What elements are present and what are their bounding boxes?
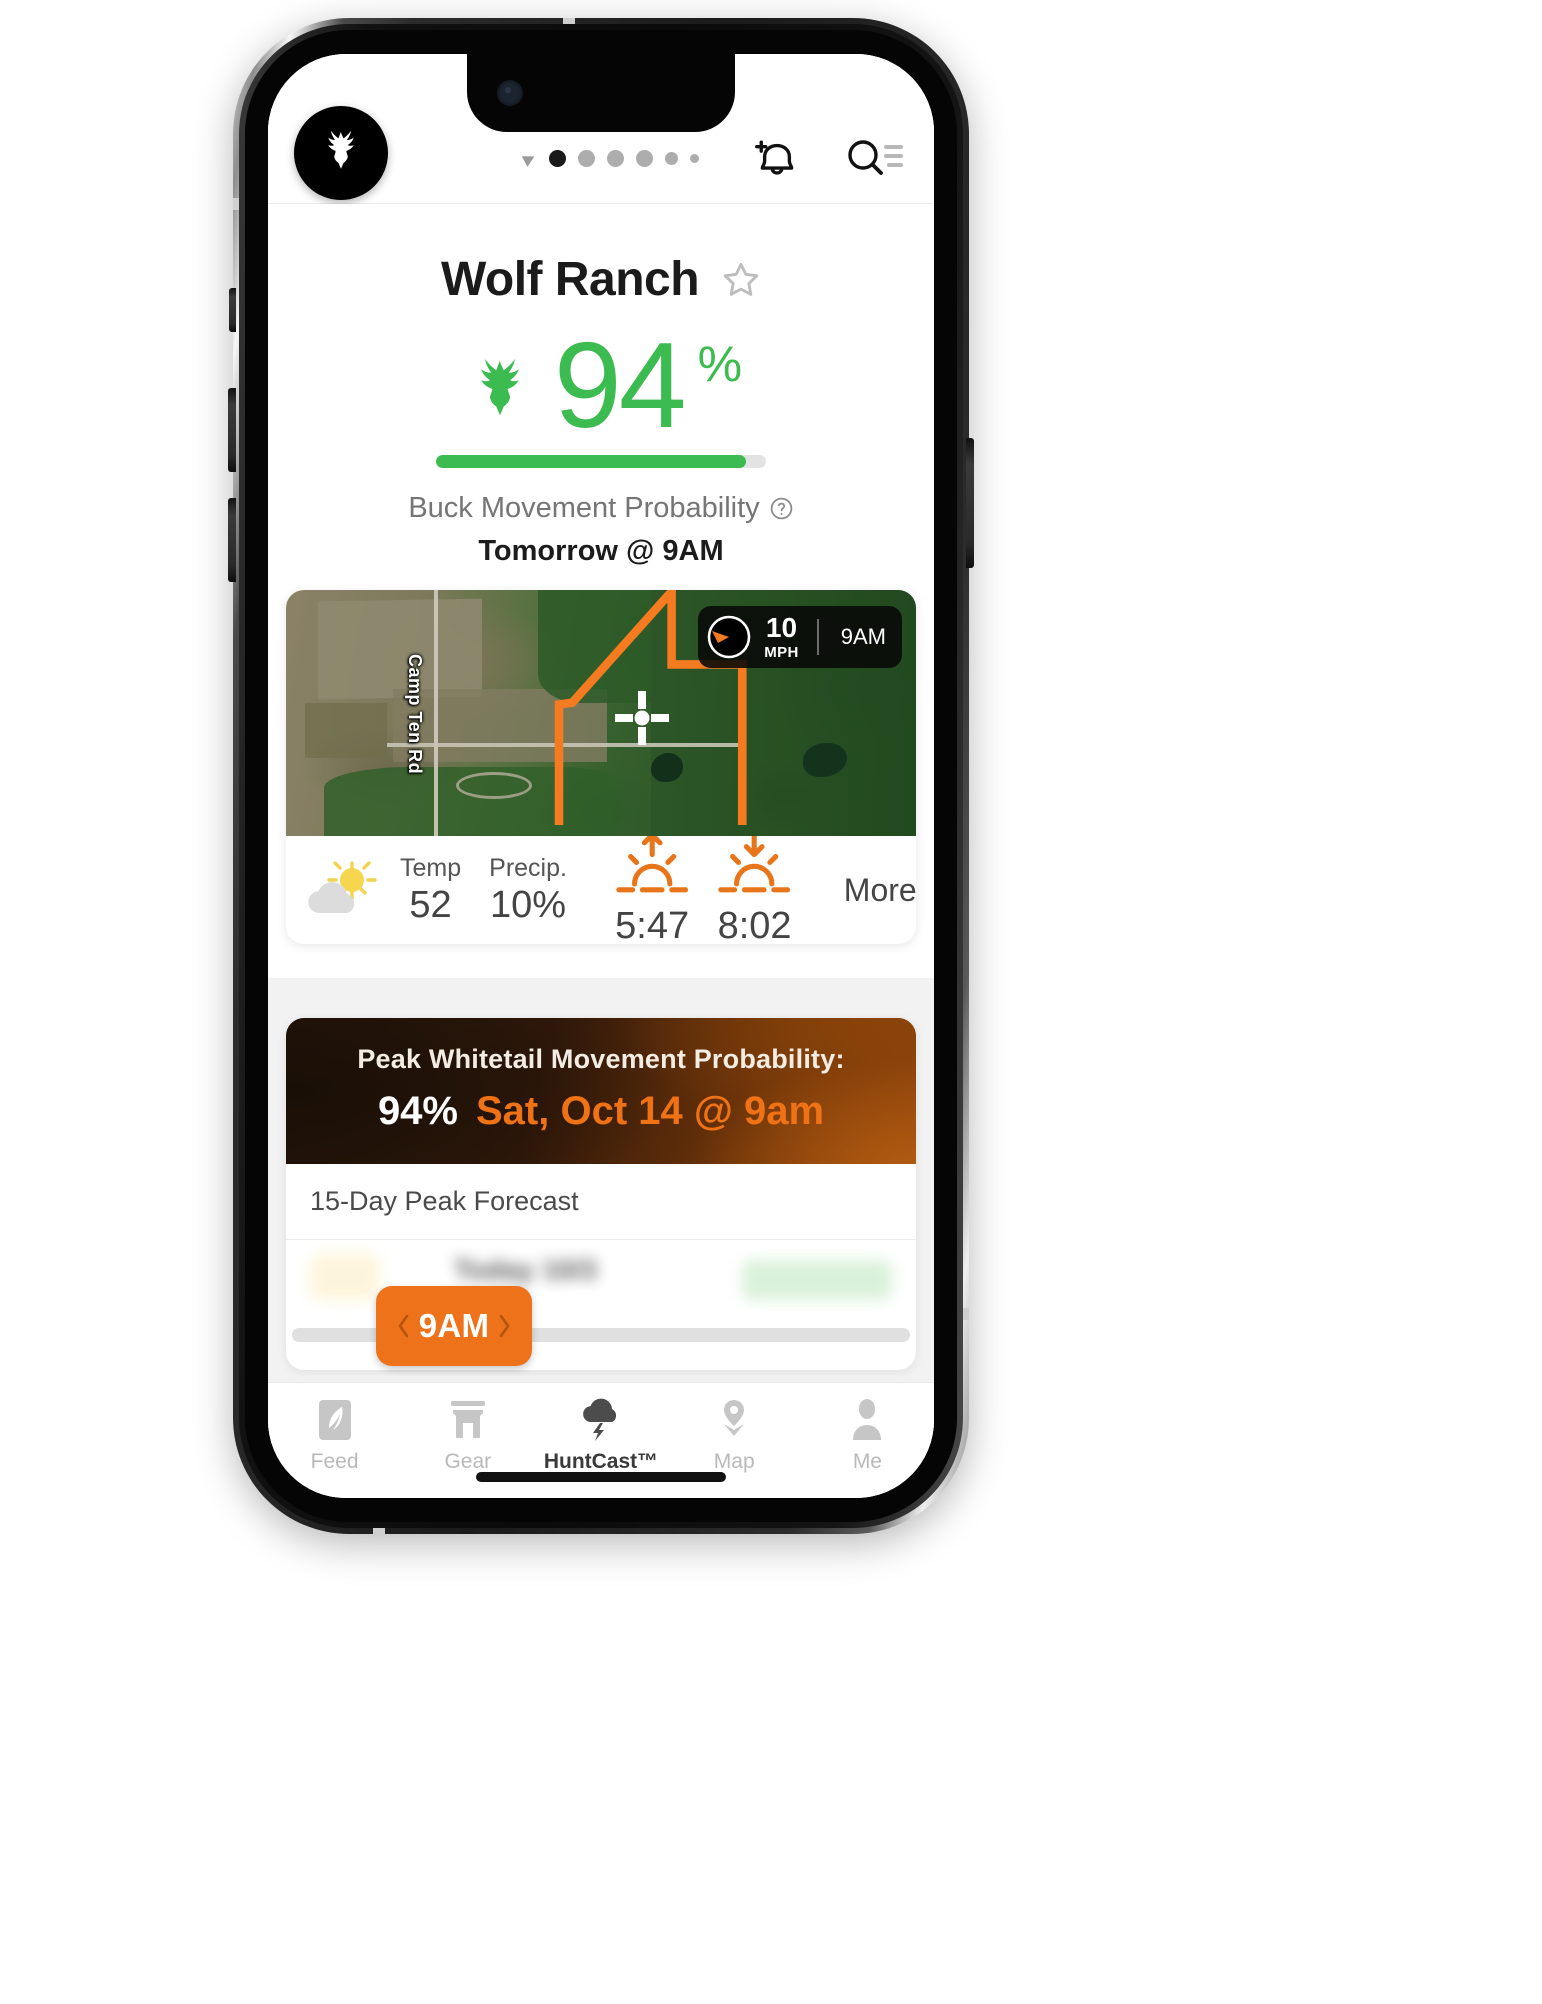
weather-temp: Temp 52: [386, 853, 475, 927]
map-pin-icon: [668, 1397, 801, 1443]
wind-compass-icon: [706, 614, 752, 660]
deer-head-icon: [460, 349, 540, 429]
divider: [816, 619, 819, 656]
time-slider-value: 9AM: [418, 1307, 490, 1344]
feed-icon: [268, 1397, 401, 1443]
chevron-left-icon[interactable]: [396, 1313, 411, 1339]
buck-movement-probability: 94 % Buck Movement Probability Tomorrow …: [268, 307, 934, 568]
weather-temp-label: Temp: [400, 854, 462, 883]
scroll-body[interactable]: Wolf Ranch 94 % Buck Movement Probabilit…: [268, 204, 934, 1382]
phone-frame: Wolf Ranch 94 % Buck Movement Probabilit…: [228, 18, 974, 1534]
page-dot-1[interactable]: [549, 150, 566, 167]
page-dot-4[interactable]: [636, 150, 653, 167]
person-icon: [801, 1397, 934, 1443]
store-icon: [401, 1397, 534, 1443]
sunrise-group: 5:47: [601, 832, 703, 945]
screenshot-canvas: Wolf Ranch 94 % Buck Movement Probabilit…: [0, 0, 1542, 2004]
page-dot-2[interactable]: [578, 150, 595, 167]
volume-up-button[interactable]: [228, 388, 236, 472]
page-dot-5[interactable]: [665, 152, 678, 165]
tab-feed-label: Feed: [310, 1450, 359, 1473]
deer-head-logo-icon: [314, 124, 368, 183]
weather-summary-row: Temp 52 Precip. 10% 5:47 8:02 More: [286, 832, 916, 945]
tab-map-label: Map: [713, 1450, 755, 1473]
wind-speed-unit: MPH: [764, 644, 799, 662]
wind-speed-group: 10 MPH: [762, 612, 807, 662]
antenna-line: [563, 18, 575, 24]
tab-map[interactable]: Map: [668, 1397, 801, 1474]
antenna-line: [373, 1528, 385, 1534]
home-indicator[interactable]: [476, 1472, 726, 1482]
antenna-line: [233, 198, 239, 210]
antenna-line: [963, 1308, 969, 1320]
page-dot-6[interactable]: [690, 154, 699, 163]
map-weather-card: Camp Ten Rd 10 MPH 9AM Temp 52 Precip. 1…: [286, 590, 916, 945]
wind-badge[interactable]: 10 MPH 9AM: [698, 606, 902, 669]
section-gap: [268, 978, 934, 1019]
peak-banner-title: Peak Whitetail Movement Probability:: [357, 1044, 845, 1075]
tab-me-label: Me: [852, 1450, 882, 1473]
probability-bar: [436, 455, 766, 469]
probability-number: 94: [553, 317, 687, 453]
power-button[interactable]: [966, 438, 974, 568]
peak-banner-datetime: Sat, Oct 14 @ 9am: [476, 1089, 825, 1134]
tab-feed[interactable]: Feed: [268, 1397, 401, 1474]
time-slider[interactable]: 9AM: [268, 1280, 934, 1376]
search-list-icon[interactable]: [846, 135, 906, 188]
forecast-section-header: 15-Day Peak Forecast: [286, 1164, 916, 1241]
volume-down-button[interactable]: [228, 498, 236, 582]
weather-precip: Precip. 10%: [475, 853, 581, 927]
peak-banner-percent: 94%: [377, 1089, 458, 1134]
sunrise-value: 5:47: [615, 904, 690, 945]
sunset-value: 8:02: [717, 904, 792, 945]
tab-huntcast[interactable]: HuntCast™: [534, 1397, 667, 1474]
star-outline-icon[interactable]: [721, 260, 761, 300]
page-title: Wolf Ranch: [440, 253, 700, 306]
phone-screen: Wolf Ranch 94 % Buck Movement Probabilit…: [268, 54, 934, 1498]
tab-gear[interactable]: Gear: [401, 1397, 534, 1474]
probability-label: Buck Movement Probability: [408, 492, 760, 525]
sunrise-icon: [613, 832, 691, 904]
header-actions: [750, 132, 906, 191]
weather-more-button[interactable]: More: [826, 872, 916, 909]
tab-gear-label: Gear: [444, 1450, 492, 1473]
weather-temp-value: 52: [409, 884, 452, 927]
probability-datetime: Tomorrow @ 9AM: [478, 535, 724, 568]
weather-precip-value: 10%: [490, 884, 567, 927]
sunset-icon: [715, 832, 793, 904]
location-title-row: Wolf Ranch: [268, 204, 934, 307]
probability-label-row: Buck Movement Probability: [268, 492, 934, 525]
app-root: Wolf Ranch 94 % Buck Movement Probabilit…: [268, 54, 934, 1498]
peak-banner-values: 94% Sat, Oct 14 @ 9am: [286, 1089, 916, 1134]
satellite-map[interactable]: Camp Ten Rd 10 MPH 9AM: [286, 590, 916, 837]
app-logo-button[interactable]: [294, 106, 388, 200]
wind-speed-value: 10: [765, 612, 798, 644]
bell-plus-icon[interactable]: [750, 132, 804, 191]
time-slider-thumb[interactable]: 9AM: [376, 1286, 532, 1366]
probability-percent-symbol: %: [697, 336, 743, 392]
wind-time: 9AM: [840, 624, 886, 650]
page-indicator[interactable]: [521, 150, 699, 167]
notch: [467, 54, 735, 132]
probability-bar-fill: [436, 455, 747, 469]
peak-movement-banner[interactable]: Peak Whitetail Movement Probability: 94%…: [286, 1018, 916, 1164]
mute-switch-button[interactable]: [229, 288, 236, 332]
tab-me[interactable]: Me: [801, 1397, 934, 1474]
crosshair-marker-icon: [613, 689, 671, 747]
partly-cloudy-icon: [300, 859, 386, 921]
tab-huntcast-label: HuntCast™: [543, 1450, 659, 1473]
location-arrow-icon: [521, 150, 538, 167]
page-dot-3[interactable]: [607, 150, 624, 167]
storm-cloud-icon: [534, 1397, 667, 1443]
question-circle-icon[interactable]: [769, 496, 794, 521]
weather-precip-label: Precip.: [489, 854, 567, 883]
probability-value-row: 94 %: [268, 317, 934, 453]
sunset-group: 8:02: [703, 832, 805, 945]
huntcast-summary-card: Wolf Ranch 94 % Buck Movement Probabilit…: [268, 204, 934, 979]
chevron-right-icon[interactable]: [497, 1313, 512, 1339]
front-camera: [497, 80, 523, 106]
